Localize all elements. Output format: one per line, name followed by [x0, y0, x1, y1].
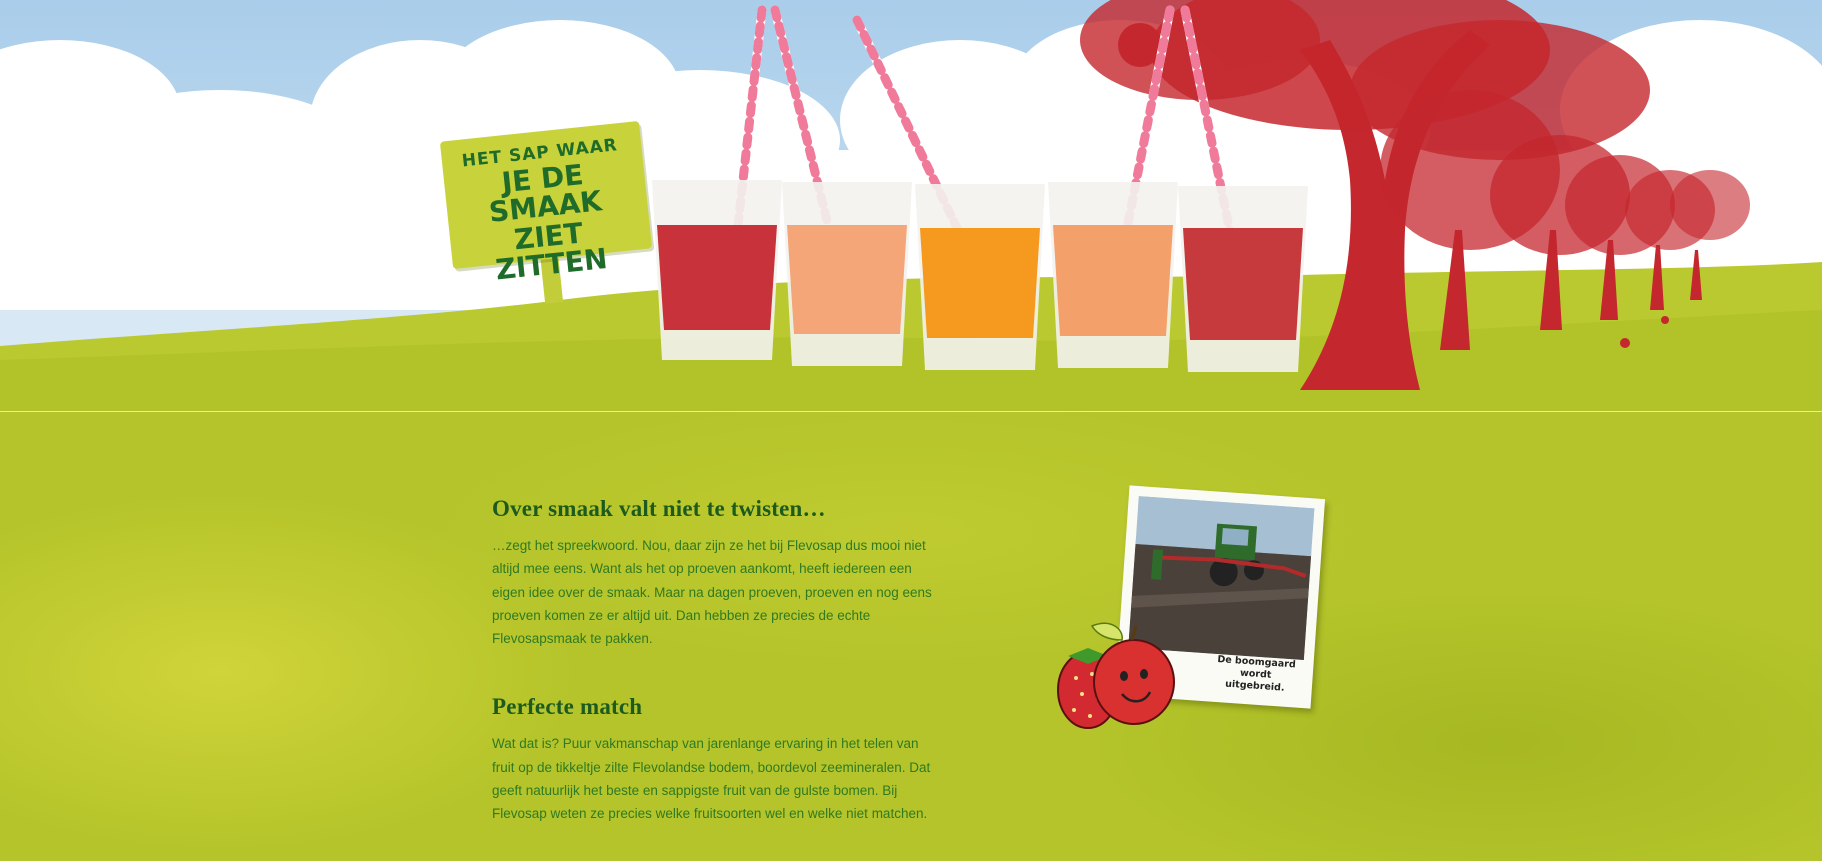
text-column: Over smaak valt niet te twisten… …zegt h…: [492, 496, 932, 826]
sign-slogan: HET SAP WAAR JE DE SMAAK ZIET ZITTEN: [449, 135, 642, 288]
hero-banner: HET SAP WAAR JE DE SMAAK ZIET ZITTEN: [0, 0, 1822, 412]
section-perfect-match: Perfecte match Wat dat is? Puur vakmansc…: [492, 694, 932, 825]
polaroid-caption: De boomgaard wordt uitgebreid.: [1210, 654, 1302, 696]
section-heading-taste: Over smaak valt niet te twisten…: [492, 496, 826, 521]
section-heading-match: Perfecte match: [492, 694, 643, 720]
fruit-characters-illustration: [1057, 622, 1175, 729]
section-text-match: Wat dat is? Puur vakmanschap van jarenla…: [492, 736, 931, 822]
section-text-taste: …zegt het spreekwoord. Nou, daar zijn ze…: [492, 538, 932, 647]
hero-illustration: [0, 0, 1822, 412]
slogan-sign: HET SAP WAAR JE DE SMAAK ZIET ZITTEN: [439, 120, 653, 304]
content-area: Over smaak valt niet te twisten… …zegt h…: [0, 412, 1822, 861]
